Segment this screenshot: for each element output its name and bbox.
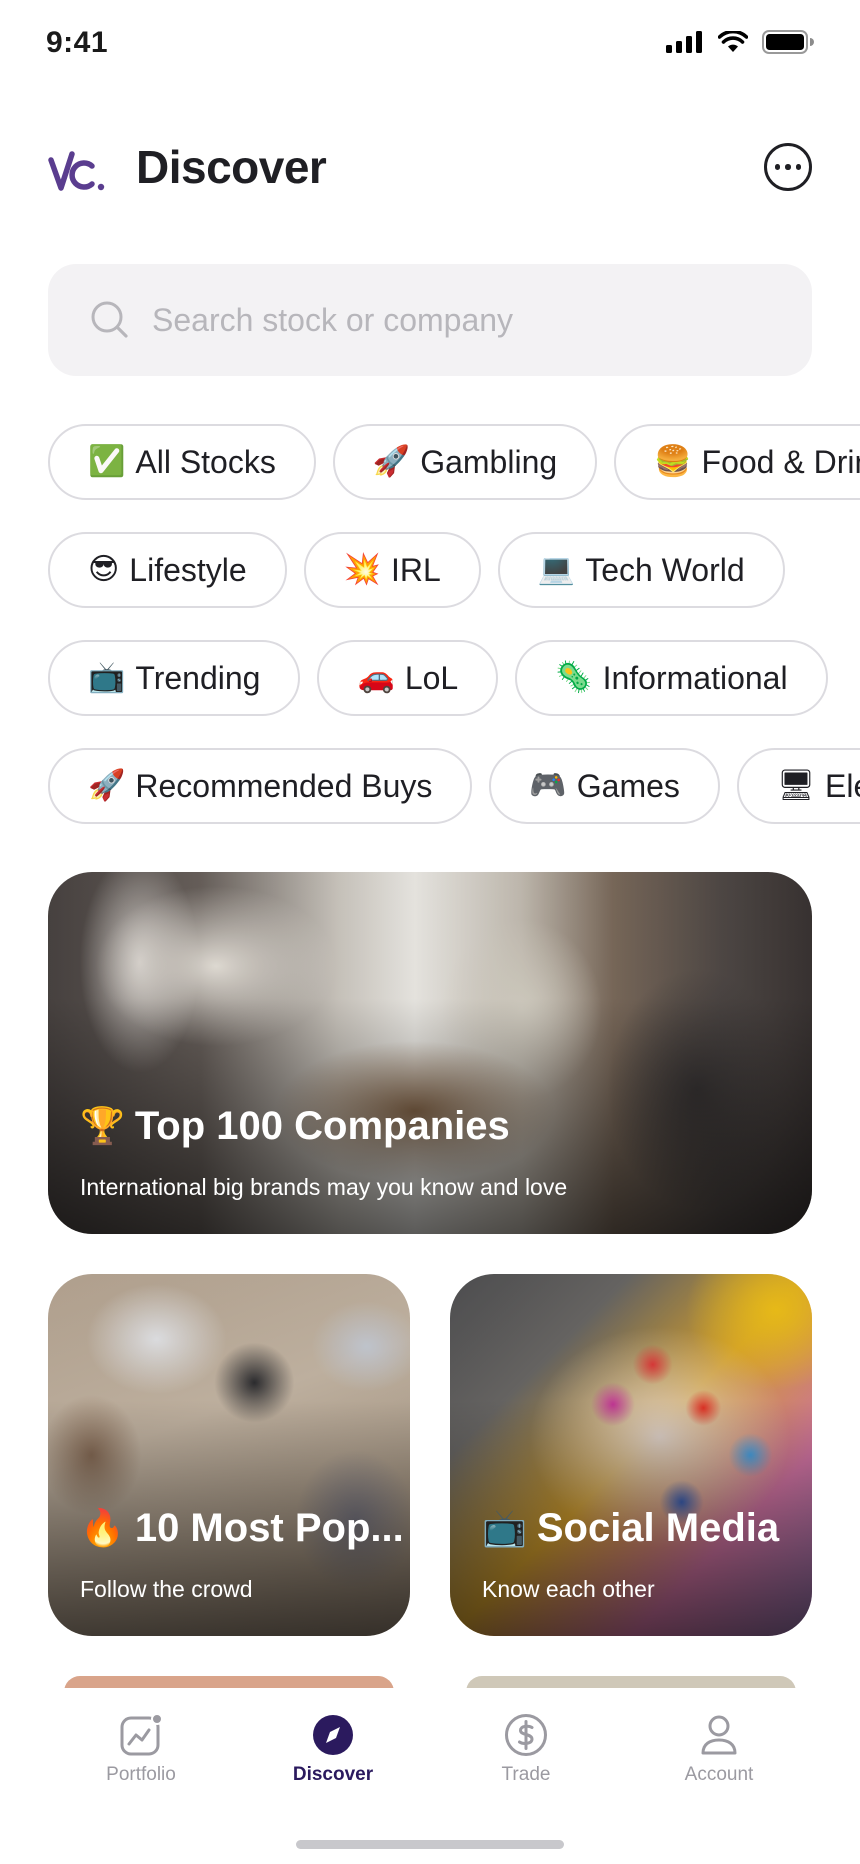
chip-all-stocks[interactable]: ✅ All Stocks: [48, 424, 316, 500]
chip-row-1-container: ✅ All Stocks 🚀 Gambling 🍔 Food & Drin: [0, 424, 860, 504]
card-title-text: Top 100 Companies: [134, 1104, 510, 1148]
tab-label: Trade: [501, 1764, 551, 1785]
card-title-text: Social Media: [536, 1506, 780, 1550]
card-subtitle: International big brands may you know an…: [80, 1174, 568, 1200]
chip-row: 🚀 Recommended Buys 🎮 Games 🖥 Elec: [48, 748, 860, 824]
portfolio-chart-icon: [120, 1713, 163, 1756]
chip-row: 😎 Lifestyle 💥 IRL 💻 Tech World: [48, 532, 785, 608]
home-indicator: [296, 1840, 564, 1849]
card-title-text: 10 Most Pop...: [134, 1506, 404, 1550]
television-icon: 📺: [482, 1507, 527, 1549]
more-options-button[interactable]: [764, 143, 812, 191]
chip-label: Tech World: [585, 551, 745, 588]
chip-lifestyle[interactable]: 😎 Lifestyle: [48, 532, 287, 608]
tab-label: Portfolio: [106, 1764, 176, 1785]
chip-label: IRL: [391, 551, 441, 588]
status-time: 9:41: [46, 26, 109, 59]
chip-row-4-container: 🚀 Recommended Buys 🎮 Games 🖥 Elec: [0, 748, 860, 828]
television-icon: 📺: [88, 660, 126, 695]
search-input[interactable]: [152, 264, 772, 376]
app-logo-icon: [48, 151, 105, 191]
battery-icon: [762, 30, 814, 54]
collection-card-social-media[interactable]: 📺 Social Media Know each other: [450, 1274, 812, 1636]
car-icon: 🚗: [357, 660, 395, 695]
rocket-icon: 🚀: [88, 768, 126, 803]
tab-discover[interactable]: Discover: [243, 1712, 423, 1786]
dollar-circle-icon: [505, 1714, 547, 1756]
status-icons: [666, 30, 814, 54]
chip-games[interactable]: 🎮 Games: [489, 748, 720, 824]
game-controller-icon: 🎮: [529, 768, 567, 803]
chip-lol[interactable]: 🚗 LoL: [317, 640, 499, 716]
chip-informational[interactable]: 🦠 Informational: [515, 640, 828, 716]
chip-electronics[interactable]: 🖥 Elec: [736, 748, 860, 824]
card-title: 🏆 Top 100 Companies: [80, 1104, 510, 1149]
collection-card-most-popular[interactable]: 🔥 10 Most Pop... Follow the crowd: [48, 1274, 410, 1636]
cellular-signal-icon: [666, 31, 702, 53]
wifi-icon: [718, 31, 748, 52]
tab-portfolio[interactable]: Portfolio: [51, 1712, 231, 1786]
header: Discover: [48, 136, 812, 198]
card-subtitle: Know each other: [482, 1576, 655, 1602]
sunglasses-icon: 😎: [88, 552, 120, 587]
chip-label: LoL: [404, 659, 459, 696]
chip-label: Informational: [602, 659, 788, 696]
search-bar[interactable]: [48, 264, 812, 376]
chip-label: Food & Drin: [701, 443, 860, 480]
microbe-icon: 🦠: [555, 660, 593, 695]
chip-recommended-buys[interactable]: 🚀 Recommended Buys: [48, 748, 473, 824]
rocket-icon: 🚀: [372, 444, 411, 479]
chip-row: 📺 Trending 🚗 LoL 🦠 Informational: [48, 640, 828, 716]
chip-label: Elec: [824, 767, 860, 804]
bottom-tab-bar: Portfolio Discover Trade Account: [0, 1688, 860, 1864]
chip-gambling[interactable]: 🚀 Gambling: [332, 424, 598, 500]
burger-icon: 🍔: [654, 444, 692, 479]
chip-label: Lifestyle: [129, 551, 247, 588]
status-bar: 9:41: [0, 0, 860, 90]
card-subtitle: Follow the crowd: [80, 1576, 253, 1602]
check-mark-icon: ✅: [88, 444, 126, 479]
explosion-icon: 💥: [343, 552, 382, 587]
chip-food-drink[interactable]: 🍔 Food & Drin: [614, 424, 860, 500]
chip-label: Trending: [135, 659, 261, 696]
laptop-icon: 💻: [537, 552, 576, 587]
page-title: Discover: [136, 141, 327, 193]
tab-trade[interactable]: Trade: [436, 1712, 616, 1786]
chip-tech-world[interactable]: 💻 Tech World: [497, 532, 785, 608]
collection-card-top-100[interactable]: 🏆 Top 100 Companies International big br…: [48, 872, 812, 1234]
user-icon: [701, 1715, 737, 1755]
chip-label: Games: [576, 767, 680, 804]
chip-irl[interactable]: 💥 IRL: [303, 532, 481, 608]
chip-row: ✅ All Stocks 🚀 Gambling 🍔 Food & Drin: [48, 424, 860, 500]
chip-row-3-container: 📺 Trending 🚗 LoL 🦠 Informational: [0, 640, 860, 720]
fire-icon: 🔥: [80, 1507, 125, 1549]
tab-label: Account: [684, 1764, 754, 1785]
tab-label: Discover: [292, 1764, 374, 1785]
card-title: 🔥 10 Most Pop...: [80, 1506, 404, 1551]
chip-trending[interactable]: 📺 Trending: [48, 640, 301, 716]
chip-row-2-container: 😎 Lifestyle 💥 IRL 💻 Tech World: [0, 532, 860, 612]
more-dot: [795, 164, 802, 170]
search-icon: [91, 301, 128, 338]
chip-label: Recommended Buys: [135, 767, 433, 804]
more-dot: [785, 164, 791, 170]
card-title: 📺 Social Media: [482, 1506, 779, 1551]
desktop-computer-icon: 🖥: [776, 768, 815, 803]
chip-label: All Stocks: [135, 443, 276, 480]
compass-icon: [313, 1715, 353, 1755]
tab-account[interactable]: Account: [629, 1712, 809, 1786]
more-dot: [774, 164, 781, 170]
trophy-icon: 🏆: [80, 1105, 125, 1147]
chip-label: Gambling: [420, 443, 558, 480]
